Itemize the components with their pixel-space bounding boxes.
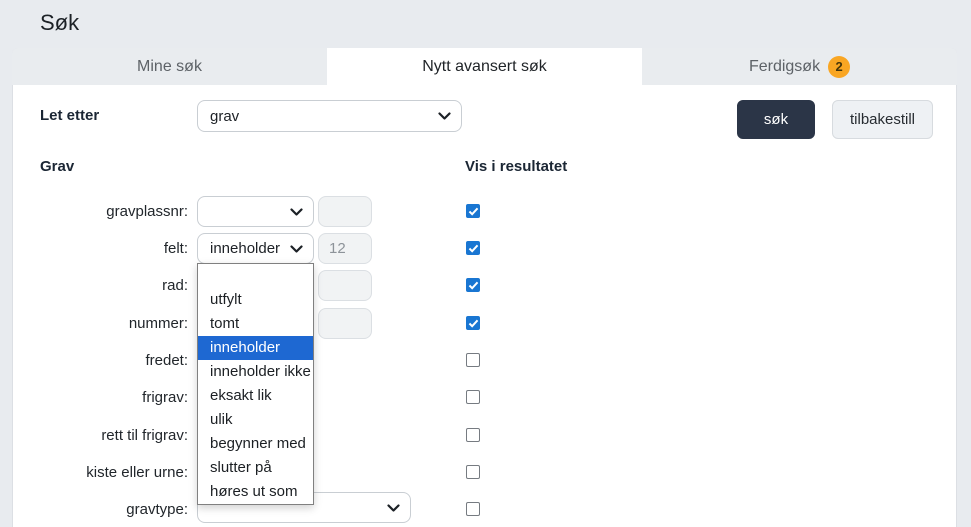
field-label-rett-til-frigrav: rett til frigrav:	[101, 427, 188, 444]
checkmark-icon	[468, 244, 478, 253]
show-in-result-checkbox-felt[interactable]	[466, 241, 480, 255]
show-in-result-checkbox-rett-til-frigrav[interactable]	[466, 428, 480, 442]
tab-label: Mine søk	[137, 57, 202, 75]
show-in-result-checkbox-frigrav[interactable]	[466, 390, 480, 404]
field-label-gravtype: gravtype:	[126, 501, 188, 518]
dropdown-option-tomt[interactable]: tomt	[198, 312, 313, 336]
dropdown-option-ulik[interactable]: ulik	[198, 408, 313, 432]
tab-ferdigsok[interactable]: Ferdigsøk 2	[642, 48, 957, 85]
vis-i-resultatet-header: Vis i resultatet	[465, 158, 568, 175]
show-in-result-checkbox-gravplassnr[interactable]	[466, 204, 480, 218]
tilbakestill-button[interactable]: tilbakestill	[832, 100, 933, 139]
ferdigsok-count-badge: 2	[828, 55, 851, 78]
show-in-result-checkbox-fredet[interactable]	[466, 353, 480, 367]
chevron-down-icon	[438, 112, 451, 120]
chevron-down-icon	[387, 503, 400, 512]
search-entity-select[interactable]: grav	[197, 100, 462, 132]
dropdown-option-utfylt[interactable]: utfylt	[198, 288, 313, 312]
field-label-felt: felt:	[163, 240, 188, 257]
field-label-rad: rad:	[162, 277, 188, 294]
tab-mine-sok[interactable]: Mine søk	[12, 48, 327, 85]
page-title: Søk	[40, 10, 80, 35]
checkmark-icon	[468, 207, 478, 216]
dropdown-option-inneholder-ikke[interactable]: inneholder ikke	[198, 360, 313, 384]
dropdown-option-inneholder[interactable]: inneholder	[198, 336, 313, 360]
gravplassnr-operator-select[interactable]	[197, 196, 314, 227]
dropdown-option-begynner-med[interactable]: begynner med	[198, 432, 313, 456]
field-label-nummer: nummer:	[128, 315, 188, 332]
operator-dropdown-list: utfylt tomt inneholder inneholder ikke e…	[197, 263, 314, 505]
sok-button[interactable]: søk	[737, 100, 815, 139]
gravplassnr-value-input[interactable]	[318, 196, 372, 227]
felt-operator-select[interactable]: inneholder	[197, 233, 314, 264]
show-in-result-checkbox-rad[interactable]	[466, 278, 480, 292]
dropdown-option-slutter-pa[interactable]: slutter på	[198, 456, 313, 480]
field-label-kiste-eller-urne: kiste eller urne:	[86, 464, 188, 481]
field-label-frigrav: frigrav:	[142, 389, 188, 406]
show-in-result-checkbox-gravtype[interactable]	[466, 502, 480, 516]
show-in-result-checkbox-nummer[interactable]	[466, 316, 480, 330]
show-in-result-checkbox-kiste-eller-urne[interactable]	[466, 465, 480, 479]
search-page: Søk Mine søk Nytt avansert søk Ferdigsøk…	[0, 0, 971, 527]
field-label-gravplassnr: gravplassnr:	[106, 203, 188, 220]
tab-bar: Mine søk Nytt avansert søk Ferdigsøk 2	[12, 48, 957, 85]
dropdown-option-empty[interactable]	[198, 264, 313, 288]
chevron-down-icon	[290, 207, 303, 216]
chevron-down-icon	[290, 244, 303, 253]
dropdown-option-hores-ut-som[interactable]: høres ut som	[198, 480, 313, 504]
dropdown-option-eksakt-lik[interactable]: eksakt lik	[198, 384, 313, 408]
checkmark-icon	[468, 281, 478, 290]
rad-value-input[interactable]	[318, 270, 372, 301]
let-etter-label: Let etter	[40, 107, 100, 124]
checkmark-icon	[468, 319, 478, 328]
search-entity-value: grav	[210, 107, 240, 125]
tab-nytt-avansert-sok[interactable]: Nytt avansert søk	[327, 48, 642, 85]
section-title: Grav	[40, 158, 75, 175]
select-value: inneholder	[210, 240, 281, 257]
nummer-value-input[interactable]	[318, 308, 372, 339]
tab-label: Nytt avansert søk	[422, 57, 547, 75]
felt-value-input[interactable]: 12	[318, 233, 372, 264]
tab-label: Ferdigsøk	[748, 57, 821, 75]
field-label-fredet: fredet:	[145, 352, 188, 369]
